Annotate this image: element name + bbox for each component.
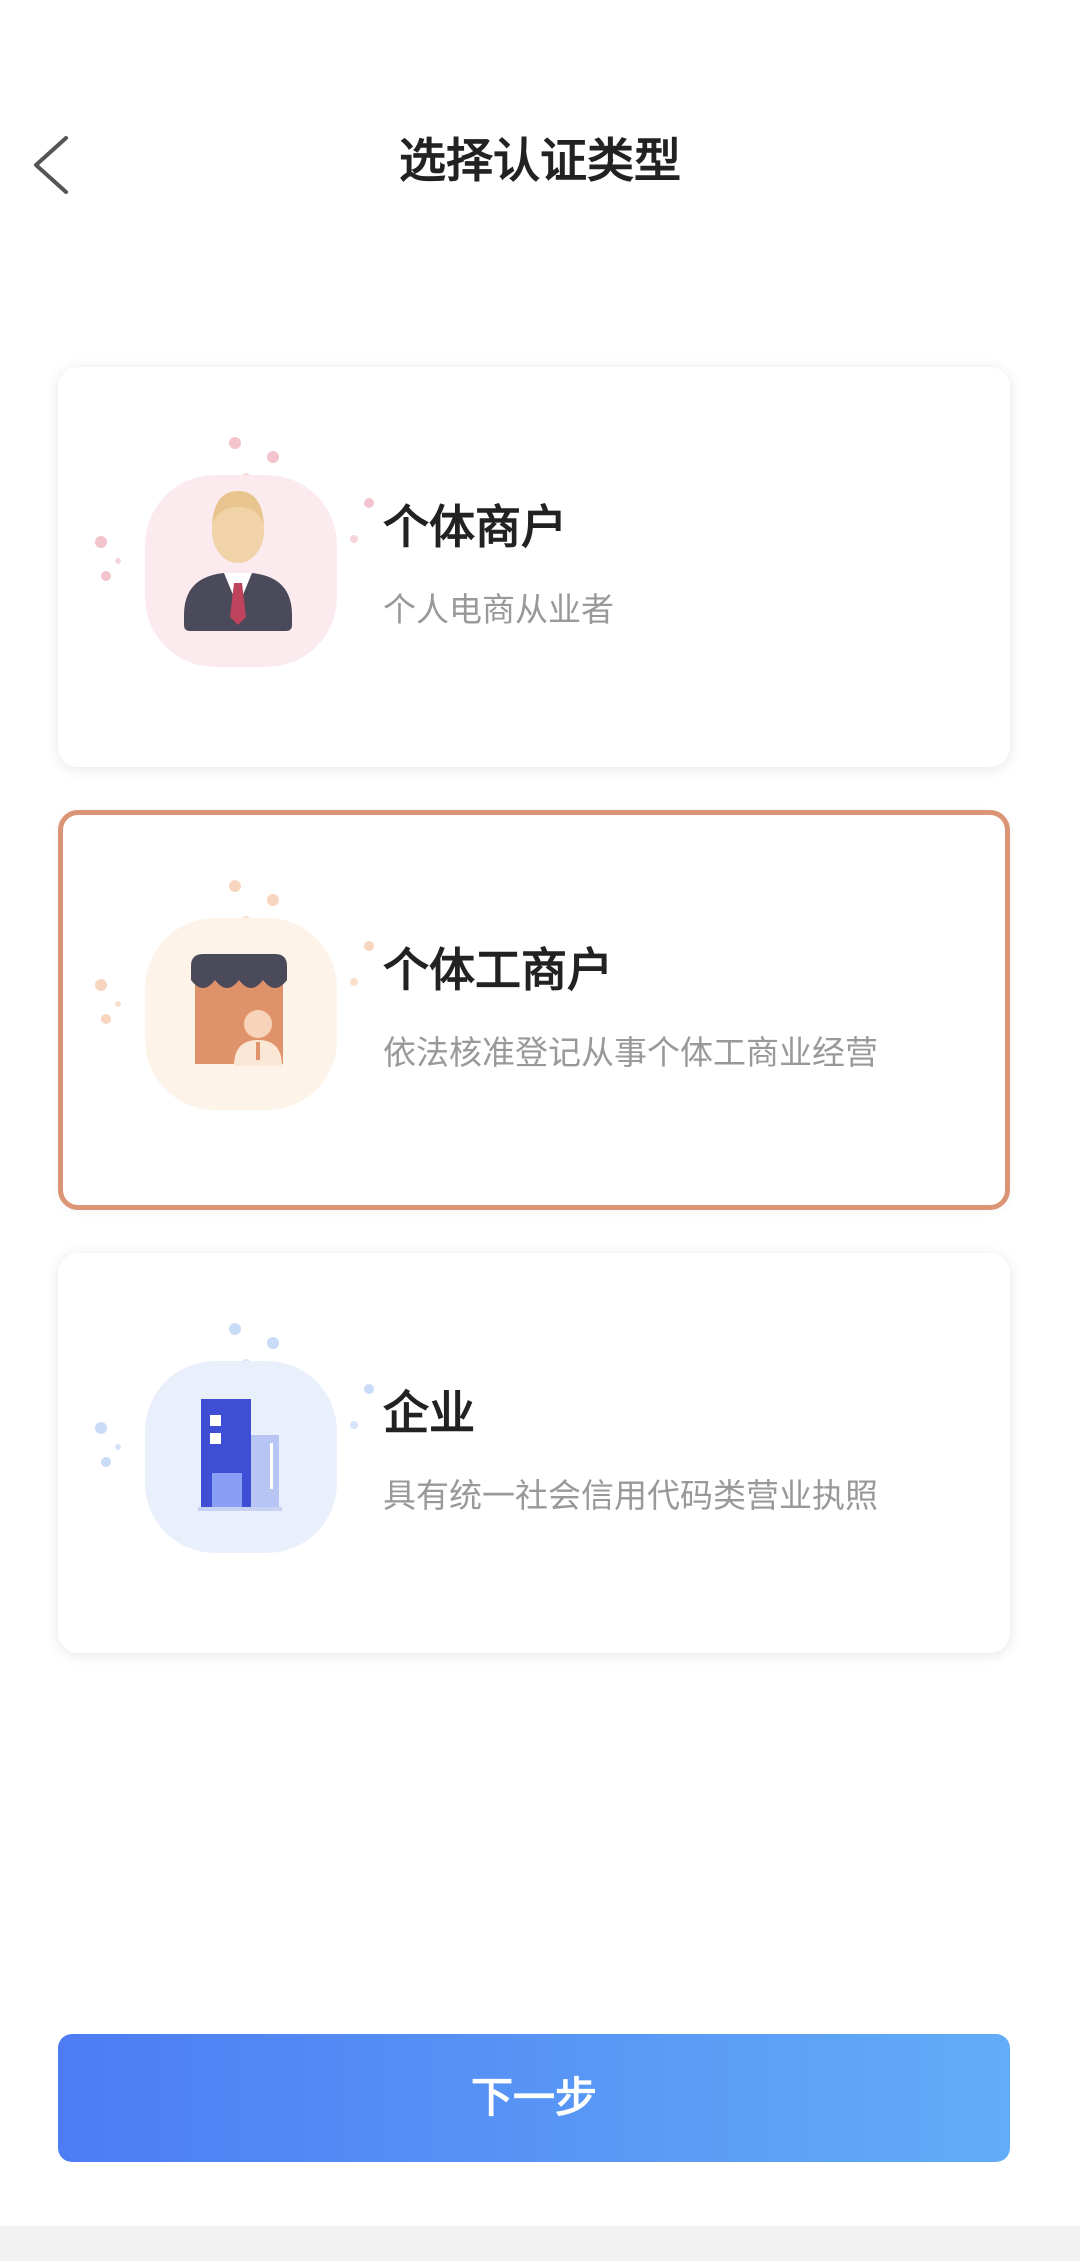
next-step-button[interactable]: 下一步 <box>58 2034 1010 2162</box>
card-title: 个体商户 <box>383 500 567 554</box>
card-title: 企业 <box>383 1386 475 1440</box>
card-title: 个体工商户 <box>383 943 613 997</box>
page-title: 选择认证类型 <box>399 134 681 189</box>
card-individual-business[interactable]: 个体工商户 依法核准登记从事个体工商业经营 <box>58 810 1010 1210</box>
system-navigation-bar <box>0 2226 1080 2261</box>
businessman-icon <box>95 437 374 667</box>
card-enterprise[interactable]: 企业 具有统一社会信用代码类营业执照 <box>58 1253 1010 1653</box>
header: 选择认证类型 <box>0 100 1080 230</box>
building-icon <box>95 1323 374 1553</box>
card-description: 依法核准登记从事个体工商业经营 <box>383 1033 878 1072</box>
page: 选择认证类型 个体商户 个人电商从业者 个体工商户 依法核准登记从事个体工商业经… <box>0 0 1080 2261</box>
card-description: 具有统一社会信用代码类营业执照 <box>383 1476 878 1515</box>
card-individual-merchant[interactable]: 个体商户 个人电商从业者 <box>58 367 1010 767</box>
storefront-icon <box>95 880 374 1110</box>
card-description: 个人电商从业者 <box>383 590 614 629</box>
